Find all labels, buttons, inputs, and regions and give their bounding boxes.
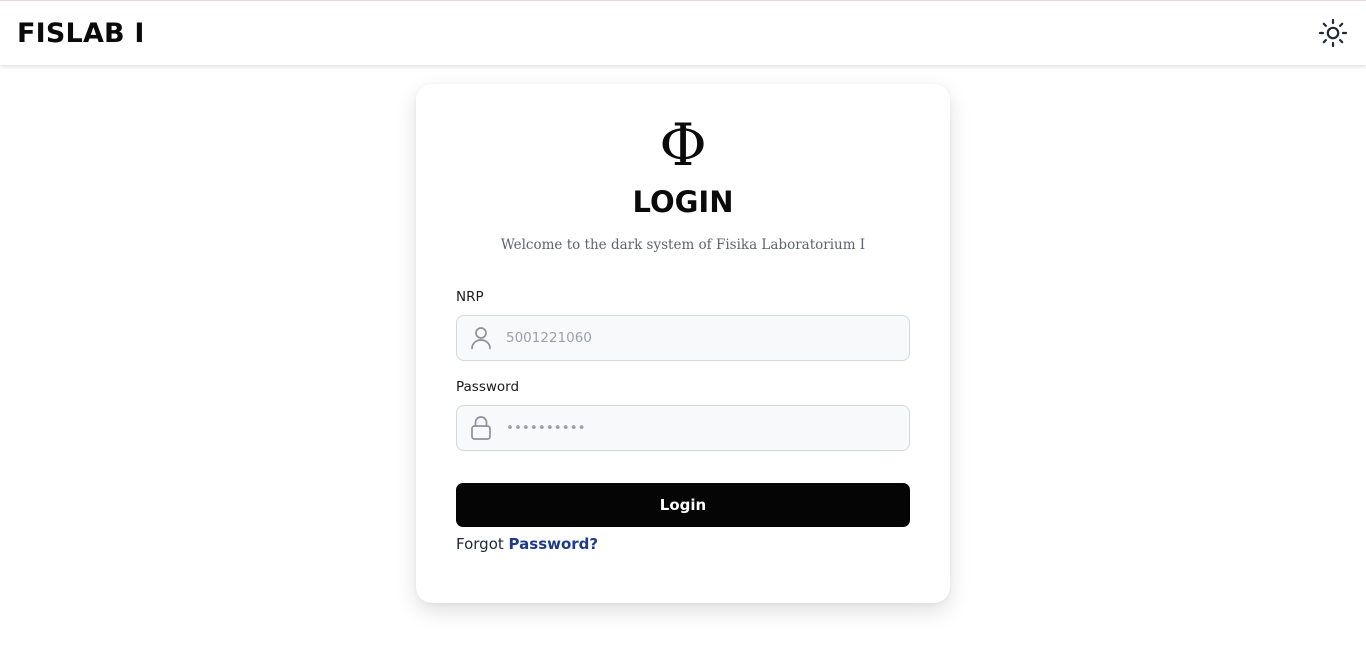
forgot-prefix: Forgot (456, 535, 504, 553)
theme-toggle-button[interactable] (1316, 16, 1350, 50)
nrp-label: NRP (456, 289, 484, 305)
forgot-password-row: Forgot Password? (456, 533, 598, 555)
password-input[interactable] (505, 406, 909, 450)
login-button[interactable]: Login (456, 483, 910, 527)
password-label: Password (456, 379, 520, 395)
nrp-field[interactable] (456, 315, 910, 361)
sun-icon (1318, 18, 1348, 48)
brand-title[interactable]: FISLAB I (17, 18, 145, 49)
password-field[interactable] (456, 405, 910, 451)
lock-icon (457, 406, 505, 450)
phi-logo: Φ (659, 111, 707, 179)
welcome-subtitle: Welcome to the dark system of Fisika Lab… (500, 237, 866, 253)
login-card: Φ LOGIN Welcome to the dark system of Fi… (416, 84, 950, 603)
forgot-password-link[interactable]: Password? (509, 535, 599, 553)
nrp-input[interactable] (505, 316, 909, 360)
login-title: LOGIN (632, 185, 734, 219)
navbar: FISLAB I (0, 1, 1366, 65)
user-icon (457, 316, 505, 360)
